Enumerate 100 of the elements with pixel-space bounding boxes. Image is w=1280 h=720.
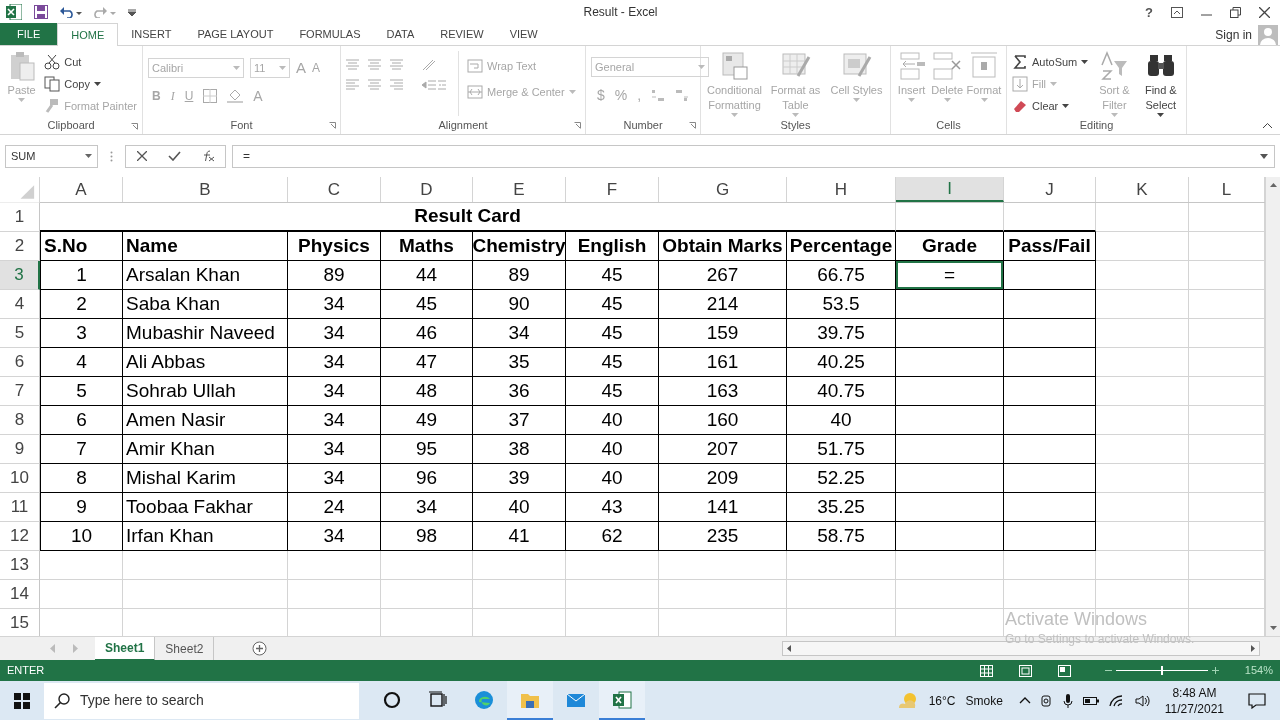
file-tab[interactable]: FILE: [0, 23, 58, 45]
table-cell[interactable]: Ali Abbas: [123, 348, 288, 377]
row-header[interactable]: 12: [0, 522, 40, 551]
table-cell[interactable]: [896, 464, 1004, 493]
table-cell[interactable]: [1004, 435, 1096, 464]
table-cell[interactable]: 45: [381, 290, 473, 319]
table-cell[interactable]: 98: [381, 522, 473, 551]
dialog-launcher-icon[interactable]: [131, 123, 138, 130]
column-heading[interactable]: S.No: [40, 232, 123, 261]
column-heading[interactable]: Maths: [381, 232, 473, 261]
borders-icon[interactable]: [203, 89, 218, 103]
page-break-view-icon[interactable]: [1057, 664, 1071, 677]
table-cell[interactable]: Saba Khan: [123, 290, 288, 319]
restore-icon[interactable]: [1230, 6, 1241, 18]
table-cell[interactable]: [1004, 290, 1096, 319]
ribbon-tab[interactable]: REVIEW: [427, 23, 497, 45]
table-cell[interactable]: 66.75: [787, 261, 896, 290]
sheet-tab[interactable]: Sheet1: [95, 636, 156, 661]
table-cell[interactable]: Irfan Khan: [123, 522, 288, 551]
row-header[interactable]: 6: [0, 348, 40, 377]
table-cell[interactable]: 34: [288, 435, 381, 464]
table-cell[interactable]: [1004, 261, 1096, 290]
table-cell[interactable]: 96: [381, 464, 473, 493]
table-cell[interactable]: 10: [40, 522, 123, 551]
table-cell[interactable]: [896, 493, 1004, 522]
zoom-in-icon[interactable]: [1211, 667, 1219, 674]
redo-icon[interactable]: [94, 6, 116, 18]
column-header[interactable]: J: [1004, 177, 1096, 202]
table-cell[interactable]: Mubashir Naveed: [123, 319, 288, 348]
table-cell[interactable]: 24: [288, 493, 381, 522]
table-cell[interactable]: [1004, 319, 1096, 348]
close-icon[interactable]: [1259, 6, 1270, 18]
table-cell[interactable]: 7: [40, 435, 123, 464]
add-sheet-icon[interactable]: [252, 641, 268, 656]
table-cell[interactable]: 52.25: [787, 464, 896, 493]
table-cell[interactable]: 49: [381, 406, 473, 435]
excel-icon[interactable]: [6, 4, 22, 20]
volume-icon[interactable]: [1134, 694, 1151, 707]
table-cell[interactable]: [896, 319, 1004, 348]
table-cell[interactable]: 38: [473, 435, 566, 464]
row-header[interactable]: 3: [0, 261, 40, 290]
table-cell[interactable]: 37: [473, 406, 566, 435]
undo-icon[interactable]: [60, 6, 82, 18]
table-cell[interactable]: [896, 290, 1004, 319]
table-cell[interactable]: 34: [288, 319, 381, 348]
column-heading[interactable]: English: [566, 232, 659, 261]
table-cell[interactable]: [1004, 377, 1096, 406]
table-cell[interactable]: 6: [40, 406, 123, 435]
battery-plug-icon[interactable]: [1082, 695, 1099, 706]
expand-icon[interactable]: [1260, 153, 1268, 159]
table-cell[interactable]: 34: [288, 377, 381, 406]
enter-check-icon[interactable]: [167, 151, 181, 161]
table-cell[interactable]: 34: [288, 406, 381, 435]
row-header[interactable]: 14: [0, 580, 40, 609]
page-layout-view-icon[interactable]: [1018, 664, 1032, 677]
table-cell[interactable]: 39: [473, 464, 566, 493]
weather-sun-cloud-icon[interactable]: [896, 691, 919, 710]
ribbon-tab[interactable]: FORMULAS: [286, 23, 374, 45]
normal-view-icon[interactable]: [979, 664, 993, 677]
increase-decimal-icon[interactable]: [651, 88, 666, 103]
row-header[interactable]: 10: [0, 464, 40, 493]
table-cell[interactable]: Mishal Karim: [123, 464, 288, 493]
column-header[interactable]: B: [123, 177, 288, 202]
zoom-out-icon[interactable]: [1104, 667, 1112, 674]
column-header[interactable]: C: [288, 177, 381, 202]
table-cell[interactable]: 89: [473, 261, 566, 290]
table-cell[interactable]: 58.75: [787, 522, 896, 551]
chevron-up-icon[interactable]: [1018, 697, 1031, 704]
table-cell[interactable]: [1004, 406, 1096, 435]
save-icon[interactable]: [34, 5, 48, 19]
table-cell[interactable]: 43: [566, 493, 659, 522]
table-cell[interactable]: 2: [40, 290, 123, 319]
vertical-scrollbar[interactable]: [1265, 177, 1280, 636]
table-cell[interactable]: 44: [381, 261, 473, 290]
ribbon-tab[interactable]: INSERT: [118, 23, 185, 45]
row-header[interactable]: 1: [0, 203, 40, 232]
table-cell[interactable]: 62: [566, 522, 659, 551]
column-heading[interactable]: Name: [123, 232, 288, 261]
table-cell[interactable]: [896, 377, 1004, 406]
row-header[interactable]: 5: [0, 319, 40, 348]
row-header[interactable]: 11: [0, 493, 40, 522]
formula-input[interactable]: =: [232, 144, 1275, 168]
table-cell[interactable]: =: [896, 261, 1004, 290]
ribbon-button[interactable]: Find & Select: [1140, 51, 1181, 117]
table-cell[interactable]: Amir Khan: [123, 435, 288, 464]
table-cell[interactable]: 90: [473, 290, 566, 319]
table-cell[interactable]: 46: [381, 319, 473, 348]
select-all-icon[interactable]: [0, 177, 40, 203]
table-cell[interactable]: 141: [659, 493, 787, 522]
table-cell[interactable]: 51.75: [787, 435, 896, 464]
table-cell[interactable]: 40.25: [787, 348, 896, 377]
row-header[interactable]: 8: [0, 406, 40, 435]
search-field[interactable]: Type here to search: [44, 682, 359, 719]
table-cell[interactable]: 45: [566, 261, 659, 290]
table-cell[interactable]: 161: [659, 348, 787, 377]
column-header[interactable]: K: [1096, 177, 1189, 202]
customize-icon[interactable]: [128, 8, 136, 16]
table-cell[interactable]: 40: [566, 464, 659, 493]
align-middle-icon[interactable]: [368, 59, 381, 71]
help-button[interactable]: ?: [1145, 5, 1153, 19]
